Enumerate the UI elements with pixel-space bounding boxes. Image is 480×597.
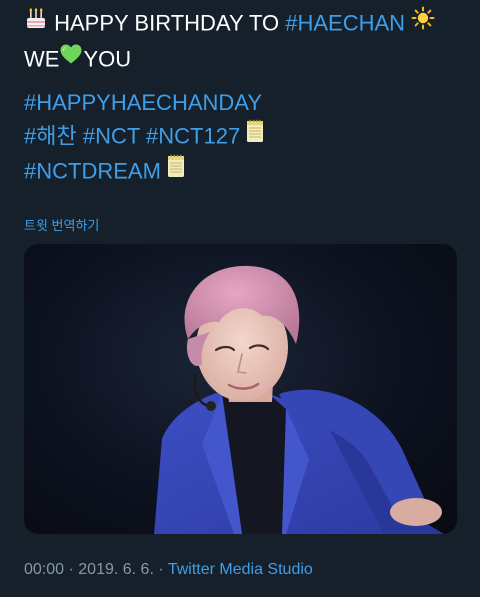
green-heart-icon	[59, 42, 83, 73]
you-text: YOU	[83, 46, 132, 72]
hashtag-nctdream[interactable]: #NCTDREAM	[24, 158, 161, 183]
tweet-line-2: WE YOU	[24, 42, 132, 76]
photo-illustration	[154, 265, 444, 534]
birthday-text: HAPPY BIRTHDAY TO	[54, 10, 280, 36]
we-text: WE	[24, 46, 60, 72]
meta-separator: ·	[68, 561, 74, 578]
tweet: HAPPY BIRTHDAY TO #HAECHAN WE YOU #HAPPY…	[0, 0, 480, 597]
calendar-icon	[167, 154, 185, 185]
tweet-meta: 00:00 · 2019. 6. 6. · Twitter Media Stud…	[24, 561, 313, 579]
hashtag-korean[interactable]: #해찬	[24, 123, 77, 148]
tweet-time: 00:00	[24, 561, 65, 578]
tweet-line-3: #HAPPYHAECHANDAY	[24, 89, 262, 117]
tweet-date: 2019. 6. 6.	[78, 561, 154, 578]
tweet-source-link[interactable]: Twitter Media Studio	[168, 561, 313, 578]
hashtag-happyhaechanday[interactable]: #HAPPYHAECHANDAY	[24, 90, 262, 115]
birthday-cake-icon	[24, 6, 48, 37]
tweet-media-photo[interactable]	[24, 244, 457, 534]
translate-tweet-link[interactable]: 트윗 번역하기	[24, 215, 99, 234]
tweet-line-5: #NCTDREAM	[24, 154, 185, 188]
tweet-line-1: HAPPY BIRTHDAY TO #HAECHAN	[24, 6, 435, 40]
calendar-icon	[246, 119, 264, 150]
hashtag-nct[interactable]: #NCT	[83, 123, 140, 148]
hashtag-nct127[interactable]: #NCT127	[146, 123, 240, 148]
hashtag-haechan[interactable]: #HAECHAN	[285, 10, 405, 35]
sun-icon	[411, 6, 435, 37]
tweet-line-4: #해찬 #NCT #NCT127	[24, 119, 264, 153]
meta-separator: ·	[158, 561, 164, 578]
